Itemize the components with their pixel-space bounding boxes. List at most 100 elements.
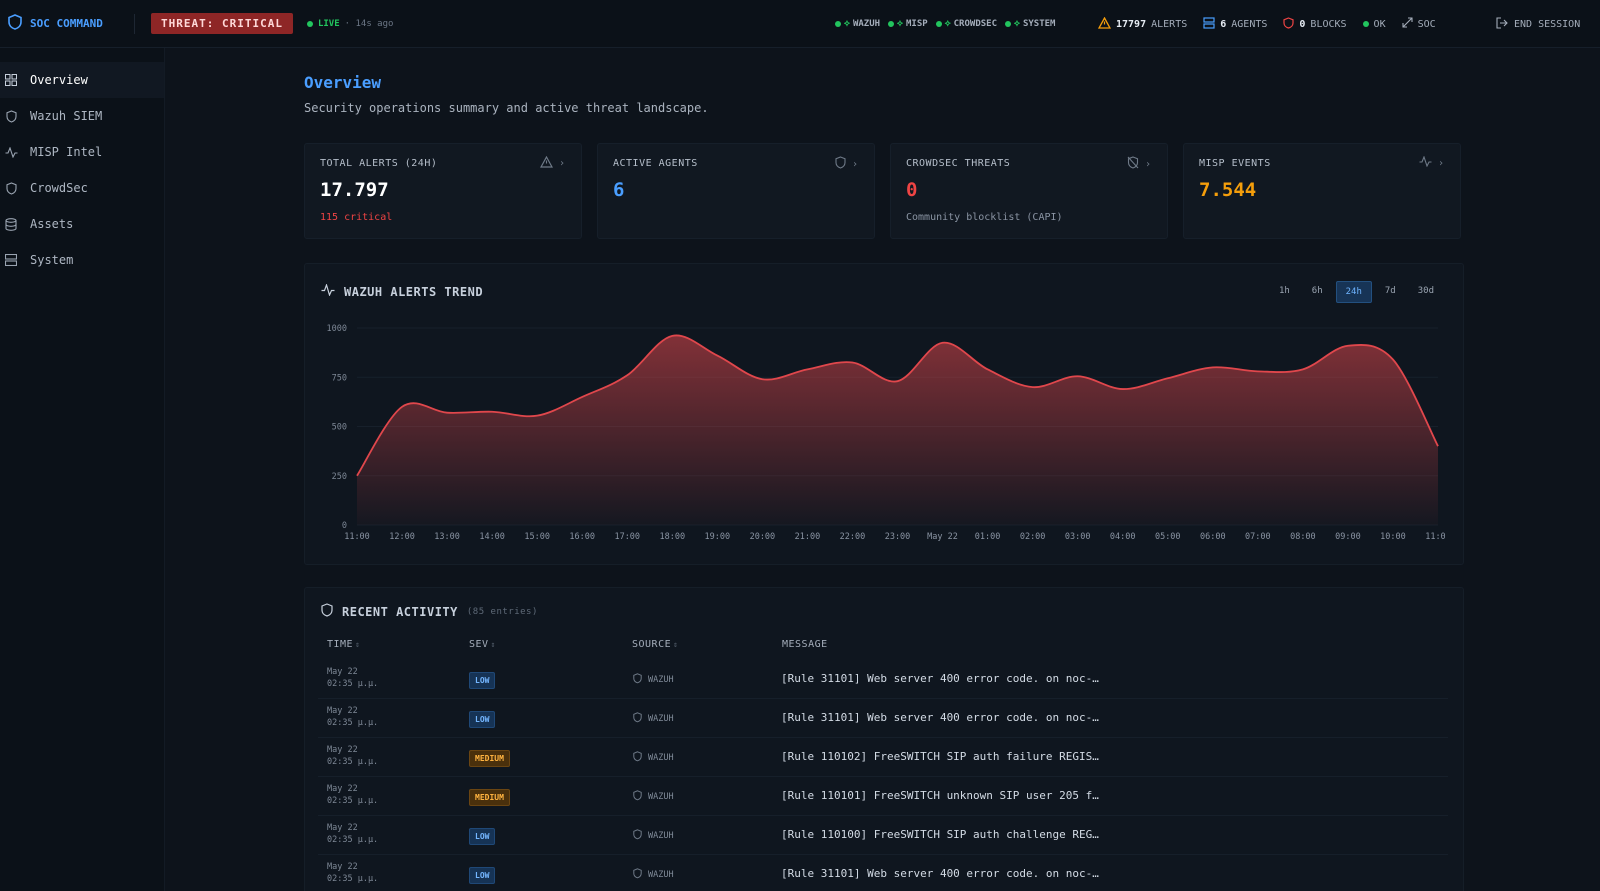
row-clock: 02:35 μ.μ. [327,874,379,884]
range-7d[interactable]: 7d [1376,281,1405,303]
data-point [626,374,628,376]
agents-stat[interactable]: 6 AGENTS [1203,16,1267,32]
source-label: WAZUH [648,675,674,685]
column-header-message[interactable]: MESSAGE [782,639,828,650]
column-header-source[interactable]: SOURCE ⇕ [632,639,678,650]
table-row[interactable]: May 22 02:35 μ.μ. MEDIUM WAZUH [Rule 110102]… [318,738,1448,777]
y-tick-label: 750 [332,373,347,383]
x-tick-label: 16:00 [569,532,595,542]
logout-icon [1496,16,1508,32]
x-tick-label: 02:00 [1020,532,1046,542]
sidebar-item-label: MISP Intel [30,145,103,159]
stat-card-misp-events[interactable]: MISP EVENTS › 7.544 [1183,143,1461,239]
status-dot-icon [1362,21,1369,27]
source-label: WAZUH [648,870,674,880]
shield-icon [633,868,642,882]
service-system[interactable]: ⟡ SYSTEM [1005,19,1055,29]
table-row[interactable]: May 22 02:35 μ.μ. LOW WAZUH [Rule 31101] Web… [318,660,1448,699]
table-row[interactable]: May 22 02:35 μ.μ. LOW WAZUH [Rule 31101] Web… [318,699,1448,738]
service-status-list: ⟡ WAZUH ⟡ MISP ⟡ CROWDSEC ⟡ SYSTEM [835,0,1055,48]
data-point [896,380,898,382]
column-header-sev[interactable]: SEV ⇕ [469,639,496,650]
range-1h[interactable]: 1h [1270,281,1299,303]
x-tick-label: 21:00 [795,532,821,542]
x-tick-label: 10:00 [1380,532,1406,542]
series-area [357,335,1438,525]
data-point [716,354,718,356]
row-clock: 02:35 μ.μ. [327,718,379,728]
end-session-label: END SESSION [1514,18,1581,30]
agents-count: 6 [1220,18,1227,30]
sort-icon: ⇕ [673,640,679,649]
live-label: LIVE [317,18,340,29]
alerts-stat[interactable]: 17797 ALERTS [1097,16,1187,32]
row-clock: 02:35 μ.μ. [327,835,379,845]
system-status[interactable]: OK [1362,19,1386,30]
sidebar-item-misp-intel[interactable]: MISP Intel [0,134,164,170]
status-dot-icon [888,21,895,27]
end-session-button[interactable]: END SESSION [1496,0,1580,48]
data-point [1302,368,1304,370]
shield-icon [633,673,642,687]
data-point [1212,366,1214,368]
row-date: May 22 [327,706,358,716]
threat-level-badge: THREAT: CRITICAL [151,13,293,34]
column-header-time[interactable]: TIME ⇕ [327,639,360,650]
service-wazuh[interactable]: ⟡ WAZUH [835,19,880,29]
brand[interactable]: SOC COMMAND [8,14,126,33]
live-indicator: LIVE · 14s ago [306,18,394,29]
shield-icon [321,603,333,620]
service-misp[interactable]: ⟡ MISP [888,19,928,29]
activity-icon [1419,155,1432,170]
range-6h[interactable]: 6h [1303,281,1332,303]
card-value: 7.544 [1199,179,1257,201]
shield-icon [835,156,846,172]
data-point [491,411,493,413]
brand-label: SOC COMMAND [30,17,103,30]
panel-header: WAZUH ALERTS TREND [321,283,483,299]
sidebar-item-crowdsec[interactable]: CrowdSec [0,170,164,206]
pulse-icon: ⟡ [944,19,951,29]
service-label: CROWDSEC [953,19,997,29]
severity-badge: MEDIUM [469,750,510,767]
sidebar-item-assets[interactable]: Assets [0,206,164,242]
y-tick-label: 1000 [327,324,347,334]
sidebar-item-overview[interactable]: Overview [0,62,164,98]
x-tick-label: 08:00 [1290,532,1316,542]
x-tick-label: 22:00 [840,532,866,542]
blocks-stat[interactable]: 0 BLOCKS [1283,16,1347,32]
table-row[interactable]: May 22 02:35 μ.μ. LOW WAZUH [Rule 31101] Web… [318,855,1448,891]
data-point [536,414,538,416]
sidebar-item-system[interactable]: System [0,242,164,278]
table-row[interactable]: May 22 02:35 μ.μ. LOW WAZUH [Rule 110100] Fr… [318,816,1448,855]
stat-card-total-alerts[interactable]: TOTAL ALERTS (24H) › 17.797 115 critical [304,143,582,239]
x-tick-label: 19:00 [705,532,731,542]
grid-icon [4,73,18,87]
sidebar-item-wazuh-siem[interactable]: Wazuh SIEM [0,98,164,134]
row-message: [Rule 31101] Web server 400 error code. … [781,867,1099,880]
last-update: · 14s ago [344,18,394,29]
shield-icon [4,109,18,123]
severity-badge: LOW [469,828,496,845]
table-row[interactable]: May 22 02:35 μ.μ. MEDIUM WAZUH [Rule 110101]… [318,777,1448,816]
x-tick-label: 14:00 [479,532,505,542]
row-time: May 22 02:35 μ.μ. [327,666,378,690]
page-subtitle: Security operations summary and active t… [304,101,709,115]
severity-badge: LOW [469,711,496,728]
x-tick-label: 15:00 [524,532,550,542]
soc-expand-button[interactable]: SOC [1402,17,1436,31]
card-value: 17.797 [320,179,389,201]
range-30d[interactable]: 30d [1409,281,1443,303]
data-point [1437,445,1439,447]
data-point [1347,345,1349,347]
service-crowdsec[interactable]: ⟡ CROWDSEC [935,19,997,29]
stat-card-active-agents[interactable]: ACTIVE AGENTS › 6 [597,143,875,239]
stat-card-crowdsec-threats[interactable]: CROWDSEC THREATS › 0 Community blocklist… [890,143,1168,239]
activity-icon [4,145,18,159]
shield-icon [4,181,18,195]
service-label: SYSTEM [1022,19,1056,29]
data-point [1031,386,1033,388]
y-tick-label: 500 [332,423,347,433]
sidebar-item-label: CrowdSec [30,181,88,195]
range-24h[interactable]: 24h [1335,281,1372,303]
